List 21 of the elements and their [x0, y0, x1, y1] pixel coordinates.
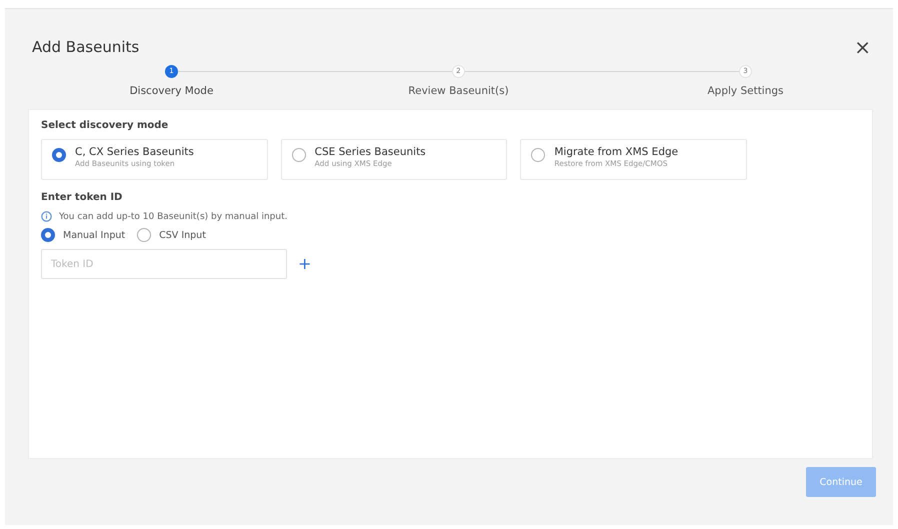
close-button[interactable]: × — [852, 37, 873, 57]
token-id-field[interactable]: Token ID — [41, 249, 287, 279]
option-title: Migrate from XMS Edge — [554, 146, 678, 158]
info-text: You can add up-to 10 Baseunit(s) by manual input. — [59, 212, 288, 222]
radio-label: Manual Input — [63, 230, 126, 240]
dialog-title: Add Baseunits — [32, 38, 140, 56]
radio-button[interactable] — [292, 148, 306, 162]
step-label: Review Baseunit(s) — [408, 85, 509, 97]
step-label: Apply Settings — [707, 85, 784, 97]
section-heading: Select discovery mode — [41, 120, 170, 131]
step-label: Discovery Mode — [130, 85, 214, 97]
radio-button[interactable] — [52, 148, 66, 162]
radio-button[interactable] — [531, 148, 546, 162]
option-title: CSE Series Baseunits — [314, 146, 426, 158]
section-heading: Enter token ID — [41, 192, 124, 203]
radio-button[interactable] — [137, 228, 152, 242]
add-button[interactable]: + — [298, 256, 312, 272]
radio-button[interactable] — [41, 228, 55, 242]
info-icon — [41, 211, 52, 222]
radio-label: CSV Input — [159, 230, 206, 240]
option-title: C, CX Series Baseunits — [75, 146, 194, 158]
